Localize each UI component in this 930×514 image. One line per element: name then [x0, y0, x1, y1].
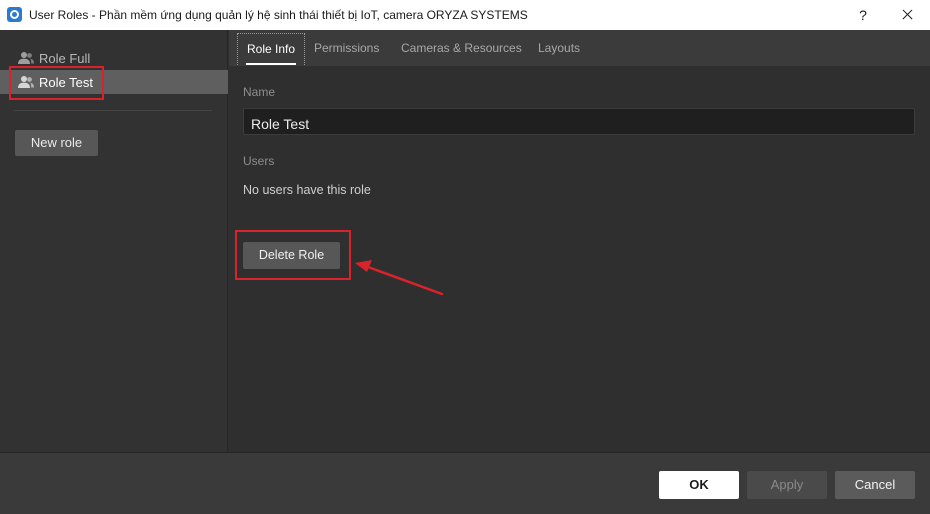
annotation-arrow-icon [355, 260, 444, 296]
no-users-text: No users have this role [243, 183, 371, 197]
role-name-input[interactable] [243, 108, 915, 135]
apply-button[interactable]: Apply [747, 471, 827, 499]
tab-bar: Role Info Permissions Cameras & Resource… [229, 30, 930, 66]
sidebar-divider [14, 110, 212, 111]
help-button[interactable]: ? [850, 0, 876, 30]
active-tab-indicator [246, 63, 297, 65]
users-label: Users [243, 154, 275, 168]
ok-button[interactable]: OK [659, 471, 739, 499]
role-label: Role Full [39, 51, 91, 66]
tab-role-info[interactable]: Role Info [237, 33, 306, 65]
user-group-icon [18, 52, 34, 64]
dialog-footer: OK Apply Cancel [0, 452, 930, 514]
close-icon[interactable] [892, 0, 924, 30]
cancel-button[interactable]: Cancel [835, 471, 915, 499]
annotation-highlight-role-test [9, 66, 104, 100]
name-label: Name [243, 85, 276, 99]
window-title: User Roles - Phần mềm ứng dụng quản lý h… [29, 8, 528, 22]
title-bar: User Roles - Phần mềm ứng dụng quản lý h… [0, 0, 930, 30]
tab-permissions[interactable]: Permissions [314, 41, 379, 55]
app-logo-icon [7, 7, 22, 22]
new-role-button[interactable]: New role [15, 130, 98, 156]
tab-label: Role Info [247, 42, 296, 56]
tab-layouts[interactable]: Layouts [538, 41, 580, 55]
annotation-highlight-delete-role [235, 230, 351, 280]
tab-cameras-resources[interactable]: Cameras & Resources [401, 41, 522, 55]
